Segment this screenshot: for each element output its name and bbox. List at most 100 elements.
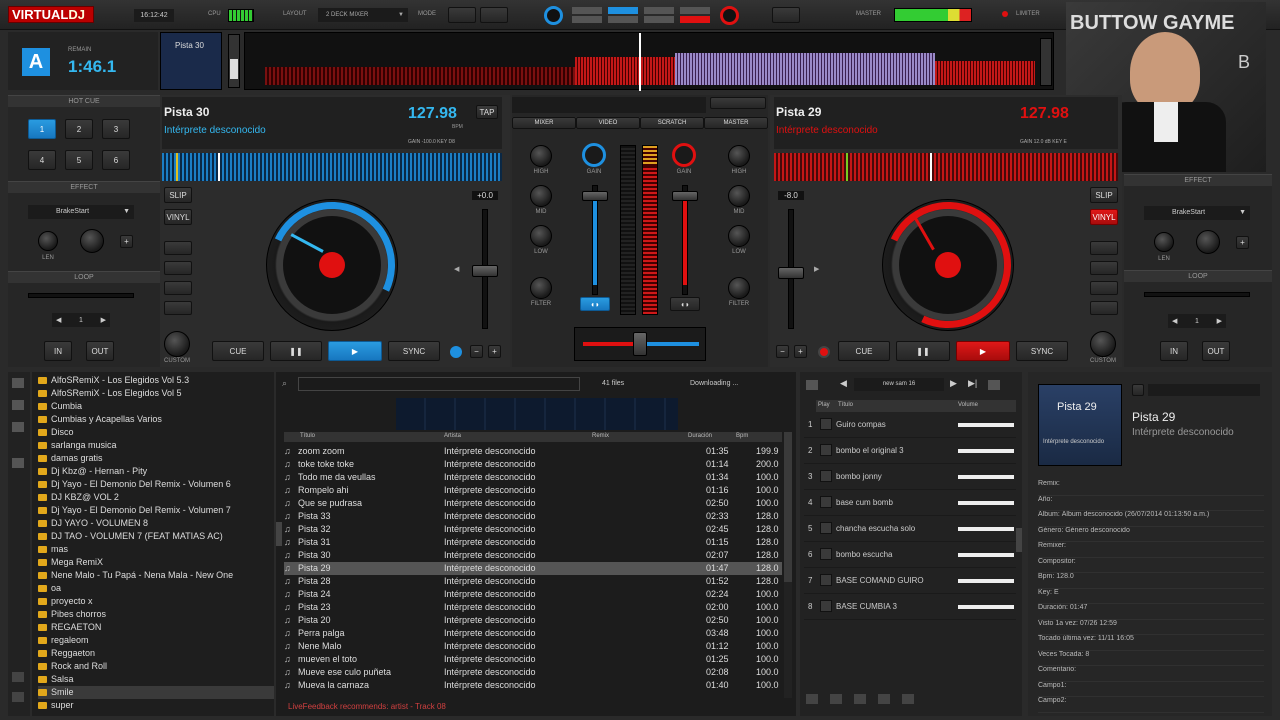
deck-b-effect-param-knob[interactable] [1196, 230, 1220, 254]
deck-b-jogwheel[interactable] [867, 184, 1029, 346]
file-list-side-tab[interactable] [276, 522, 282, 546]
table-row[interactable]: ♫ Pista 20 Intérprete desconocido 02:50 100.… [284, 614, 782, 627]
sampler-row[interactable]: 4 base cum bomb [804, 490, 1016, 516]
deck-b-keylock-icon[interactable] [818, 346, 830, 358]
hotcue-6[interactable]: 6 [102, 150, 130, 170]
filter-a-knob[interactable] [530, 277, 552, 299]
deck-a-pad-2[interactable] [164, 261, 192, 275]
gain-a-knob[interactable] [582, 143, 606, 167]
table-row[interactable]: ♫ Que se pudrasa Intérprete desconocido 02:… [284, 497, 782, 510]
sampler-row[interactable]: 2 bombo el original 3 [804, 438, 1016, 464]
deck-a-tap-button[interactable]: TAP [476, 105, 498, 119]
effect-len-knob[interactable] [38, 231, 58, 251]
sampler-pad-icon[interactable] [820, 444, 832, 456]
sampler-pad-icon[interactable] [820, 574, 832, 586]
folder-item[interactable]: Reggaeton [38, 647, 274, 660]
table-row[interactable]: ♫ Perra palga Intérprete desconocido 03:48 1… [284, 627, 782, 640]
folder-item[interactable]: DJ TAO - VOLUMEN 7 (FEAT MATIAS AC) [38, 530, 274, 543]
folder-item[interactable]: Rock and Roll [38, 660, 274, 673]
deck-b-waveform[interactable] [774, 153, 1118, 181]
overview-scroll-b[interactable] [1040, 38, 1052, 86]
tempo-dial-red-icon[interactable] [720, 6, 739, 25]
filter-b-knob[interactable] [728, 277, 750, 299]
loop-in-button[interactable]: IN [44, 341, 72, 361]
sampler-row[interactable]: 7 BASE COMAND GUIRO [804, 568, 1016, 594]
deck-b-letter[interactable]: B [1238, 52, 1250, 73]
crossfader-cap[interactable] [633, 332, 647, 356]
deck-b-effect-add-button[interactable]: + [1236, 236, 1249, 249]
scroll-down-icon[interactable] [12, 692, 24, 702]
sampler-volume-bar[interactable] [958, 423, 1014, 427]
folder-item[interactable]: Salsa [38, 673, 274, 686]
sampler-list-icon[interactable] [806, 380, 818, 390]
eq-a-mid-knob[interactable] [530, 185, 552, 207]
sampler-pad-icon[interactable] [820, 522, 832, 534]
deck-b-pad-1[interactable] [1090, 241, 1118, 255]
folder-item[interactable]: Dj Yayo - El Demonio Del Remix - Volumen… [38, 504, 274, 517]
info-menu-button[interactable] [1132, 384, 1144, 396]
folder-item[interactable]: Cumbia [38, 400, 274, 413]
table-row[interactable]: ♫ Pista 32 Intérprete desconocido 02:45 128.… [284, 523, 782, 536]
table-row[interactable]: ♫ Pista 23 Intérprete desconocido 02:00 100.… [284, 601, 782, 614]
table-row[interactable]: ♫ Rompelo ahi Intérprete desconocido 01:16 1… [284, 484, 782, 497]
folder-item[interactable]: Smile [38, 686, 274, 699]
deck-a-pad-3[interactable] [164, 281, 192, 295]
loop-next-icon[interactable]: ▶ [101, 316, 106, 324]
table-row[interactable]: ♫ Pista 31 Intérprete desconocido 01:15 128.… [284, 536, 782, 549]
pfl-a-button[interactable]: ◖◗ [580, 297, 610, 311]
deck-b-custom-knob[interactable] [1090, 331, 1116, 357]
hotcue-1[interactable]: 1 [28, 119, 56, 139]
eq-b-low-knob[interactable] [728, 225, 750, 247]
sampler-next-icon[interactable]: ▶| [968, 378, 977, 389]
tab-video[interactable]: VIDEO [576, 117, 640, 129]
sampler-volume-bar[interactable] [958, 605, 1014, 609]
folder-item[interactable]: Pibes chorros [38, 608, 274, 621]
folder-item[interactable]: Cumbias y Acapellas Varios [38, 413, 274, 426]
info-select[interactable] [1148, 384, 1260, 396]
deck-b-sync-button[interactable]: SYNC [1016, 341, 1068, 361]
deck-a-pitch-minus[interactable]: − [470, 345, 483, 358]
history-icon[interactable] [12, 458, 24, 468]
eq-b-mid-knob[interactable] [728, 185, 750, 207]
deck-b-loop-length[interactable]: ◀ 1 ▶ [1168, 314, 1226, 328]
deck-b-play-button[interactable]: ▶ [956, 341, 1010, 361]
table-row[interactable]: ♫ toke toke toke Intérprete desconocido 01:… [284, 458, 782, 471]
sampler-volume-bar[interactable] [958, 475, 1014, 479]
deck-b-loop-slider[interactable] [1144, 292, 1250, 297]
deck-b-pad-4[interactable] [1090, 301, 1118, 315]
deck-b-pitch-arrow-icon[interactable]: ▶ [814, 265, 819, 273]
deck-b-cue-button[interactable]: CUE [838, 341, 890, 361]
mixer-video-toggle[interactable] [710, 97, 766, 109]
col-artist[interactable]: Artista [444, 433, 461, 439]
hotcue-5[interactable]: 5 [65, 150, 93, 170]
table-row[interactable]: ♫ Nene Malo Intérprete desconocido 01:12 100… [284, 640, 782, 653]
sampler-volume-bar[interactable] [958, 501, 1014, 505]
sampler-row[interactable]: 8 BASE CUMBIA 3 [804, 594, 1016, 620]
deck-b-effect-len-knob[interactable] [1154, 232, 1174, 252]
effect-param-knob[interactable] [80, 229, 104, 253]
deck-b-vinyl-button[interactable]: VINYL [1090, 209, 1118, 225]
folder-item[interactable]: oa [38, 582, 274, 595]
tab-mixer[interactable]: MIXER [512, 117, 576, 129]
mode-button-2[interactable] [480, 7, 508, 23]
deck-a-pause-button[interactable]: ❚❚ [270, 341, 322, 361]
sampler-row[interactable]: 6 bombo escucha [804, 542, 1016, 568]
deck-b-loop-in-button[interactable]: IN [1160, 341, 1188, 361]
deck-a-waveform[interactable] [162, 153, 502, 181]
deck-a-letter[interactable]: A [22, 48, 50, 76]
sampler-volume-bar[interactable] [958, 553, 1014, 557]
loop-length[interactable]: ◀ 1 ▶ [52, 313, 110, 327]
folder-item[interactable]: super [38, 699, 274, 712]
col-title[interactable]: Título [300, 433, 315, 439]
sampler-info-icon[interactable] [854, 694, 866, 704]
overview-waveform[interactable] [244, 32, 1054, 91]
pfl-b-button[interactable]: ◖◗ [670, 297, 700, 311]
rec-button[interactable] [772, 7, 800, 23]
folder-item[interactable]: Dj Kbz@ - Hernan - Pity [38, 465, 274, 478]
folder-item[interactable]: sarlanga musica [38, 439, 274, 452]
sampler-play-icon[interactable]: ▶ [950, 378, 957, 389]
eq-b-high-knob[interactable] [728, 145, 750, 167]
table-row[interactable]: ♫ Todo me da veullas Intérprete desconocid… [284, 471, 782, 484]
deck-a-slip-button[interactable]: SLIP [164, 187, 192, 203]
deck-a-sync-button[interactable]: SYNC [388, 341, 440, 361]
